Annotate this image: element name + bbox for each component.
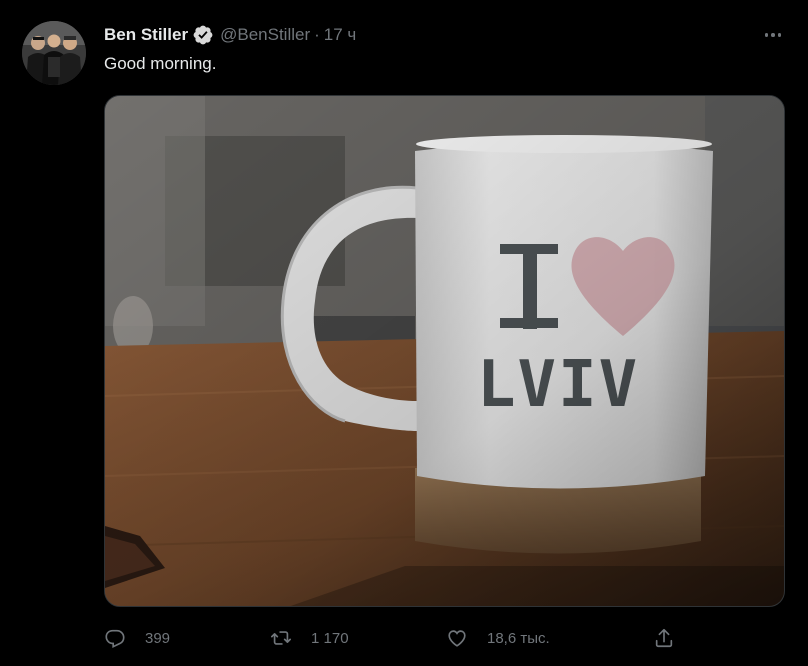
mug-photo-image: LVIV [105, 96, 784, 606]
retweet-button[interactable]: 1 170 [270, 624, 349, 652]
reply-button[interactable]: 399 [104, 624, 170, 652]
tweet-actions: 399 1 170 18,6 тыс. [104, 624, 684, 652]
like-button[interactable]: 18,6 тыс. [446, 624, 550, 652]
user-handle[interactable]: @BenStiller [220, 25, 310, 45]
tweet: Ben Stiller @BenStiller · 17 ч Good morn… [0, 0, 808, 666]
share-button[interactable] [653, 624, 675, 652]
like-count: 18,6 тыс. [487, 629, 550, 647]
tweet-header: Ben Stiller @BenStiller · 17 ч [104, 24, 356, 46]
reply-icon [105, 629, 125, 649]
more-options-icon[interactable] [757, 24, 789, 46]
verified-badge-icon [192, 24, 214, 46]
avatar-image [22, 21, 86, 85]
retweet-icon [271, 631, 291, 645]
tweet-text: Good morning. [104, 54, 217, 73]
display-name[interactable]: Ben Stiller [104, 25, 188, 45]
share-icon [655, 628, 673, 648]
avatar[interactable] [22, 21, 86, 85]
reply-count: 399 [145, 629, 171, 647]
heart-icon [448, 630, 466, 647]
separator-dot: · [314, 25, 320, 44]
tweet-timestamp[interactable]: 17 ч [324, 25, 357, 45]
retweet-count: 1 170 [311, 629, 349, 647]
tweet-photo[interactable]: LVIV [104, 95, 785, 607]
